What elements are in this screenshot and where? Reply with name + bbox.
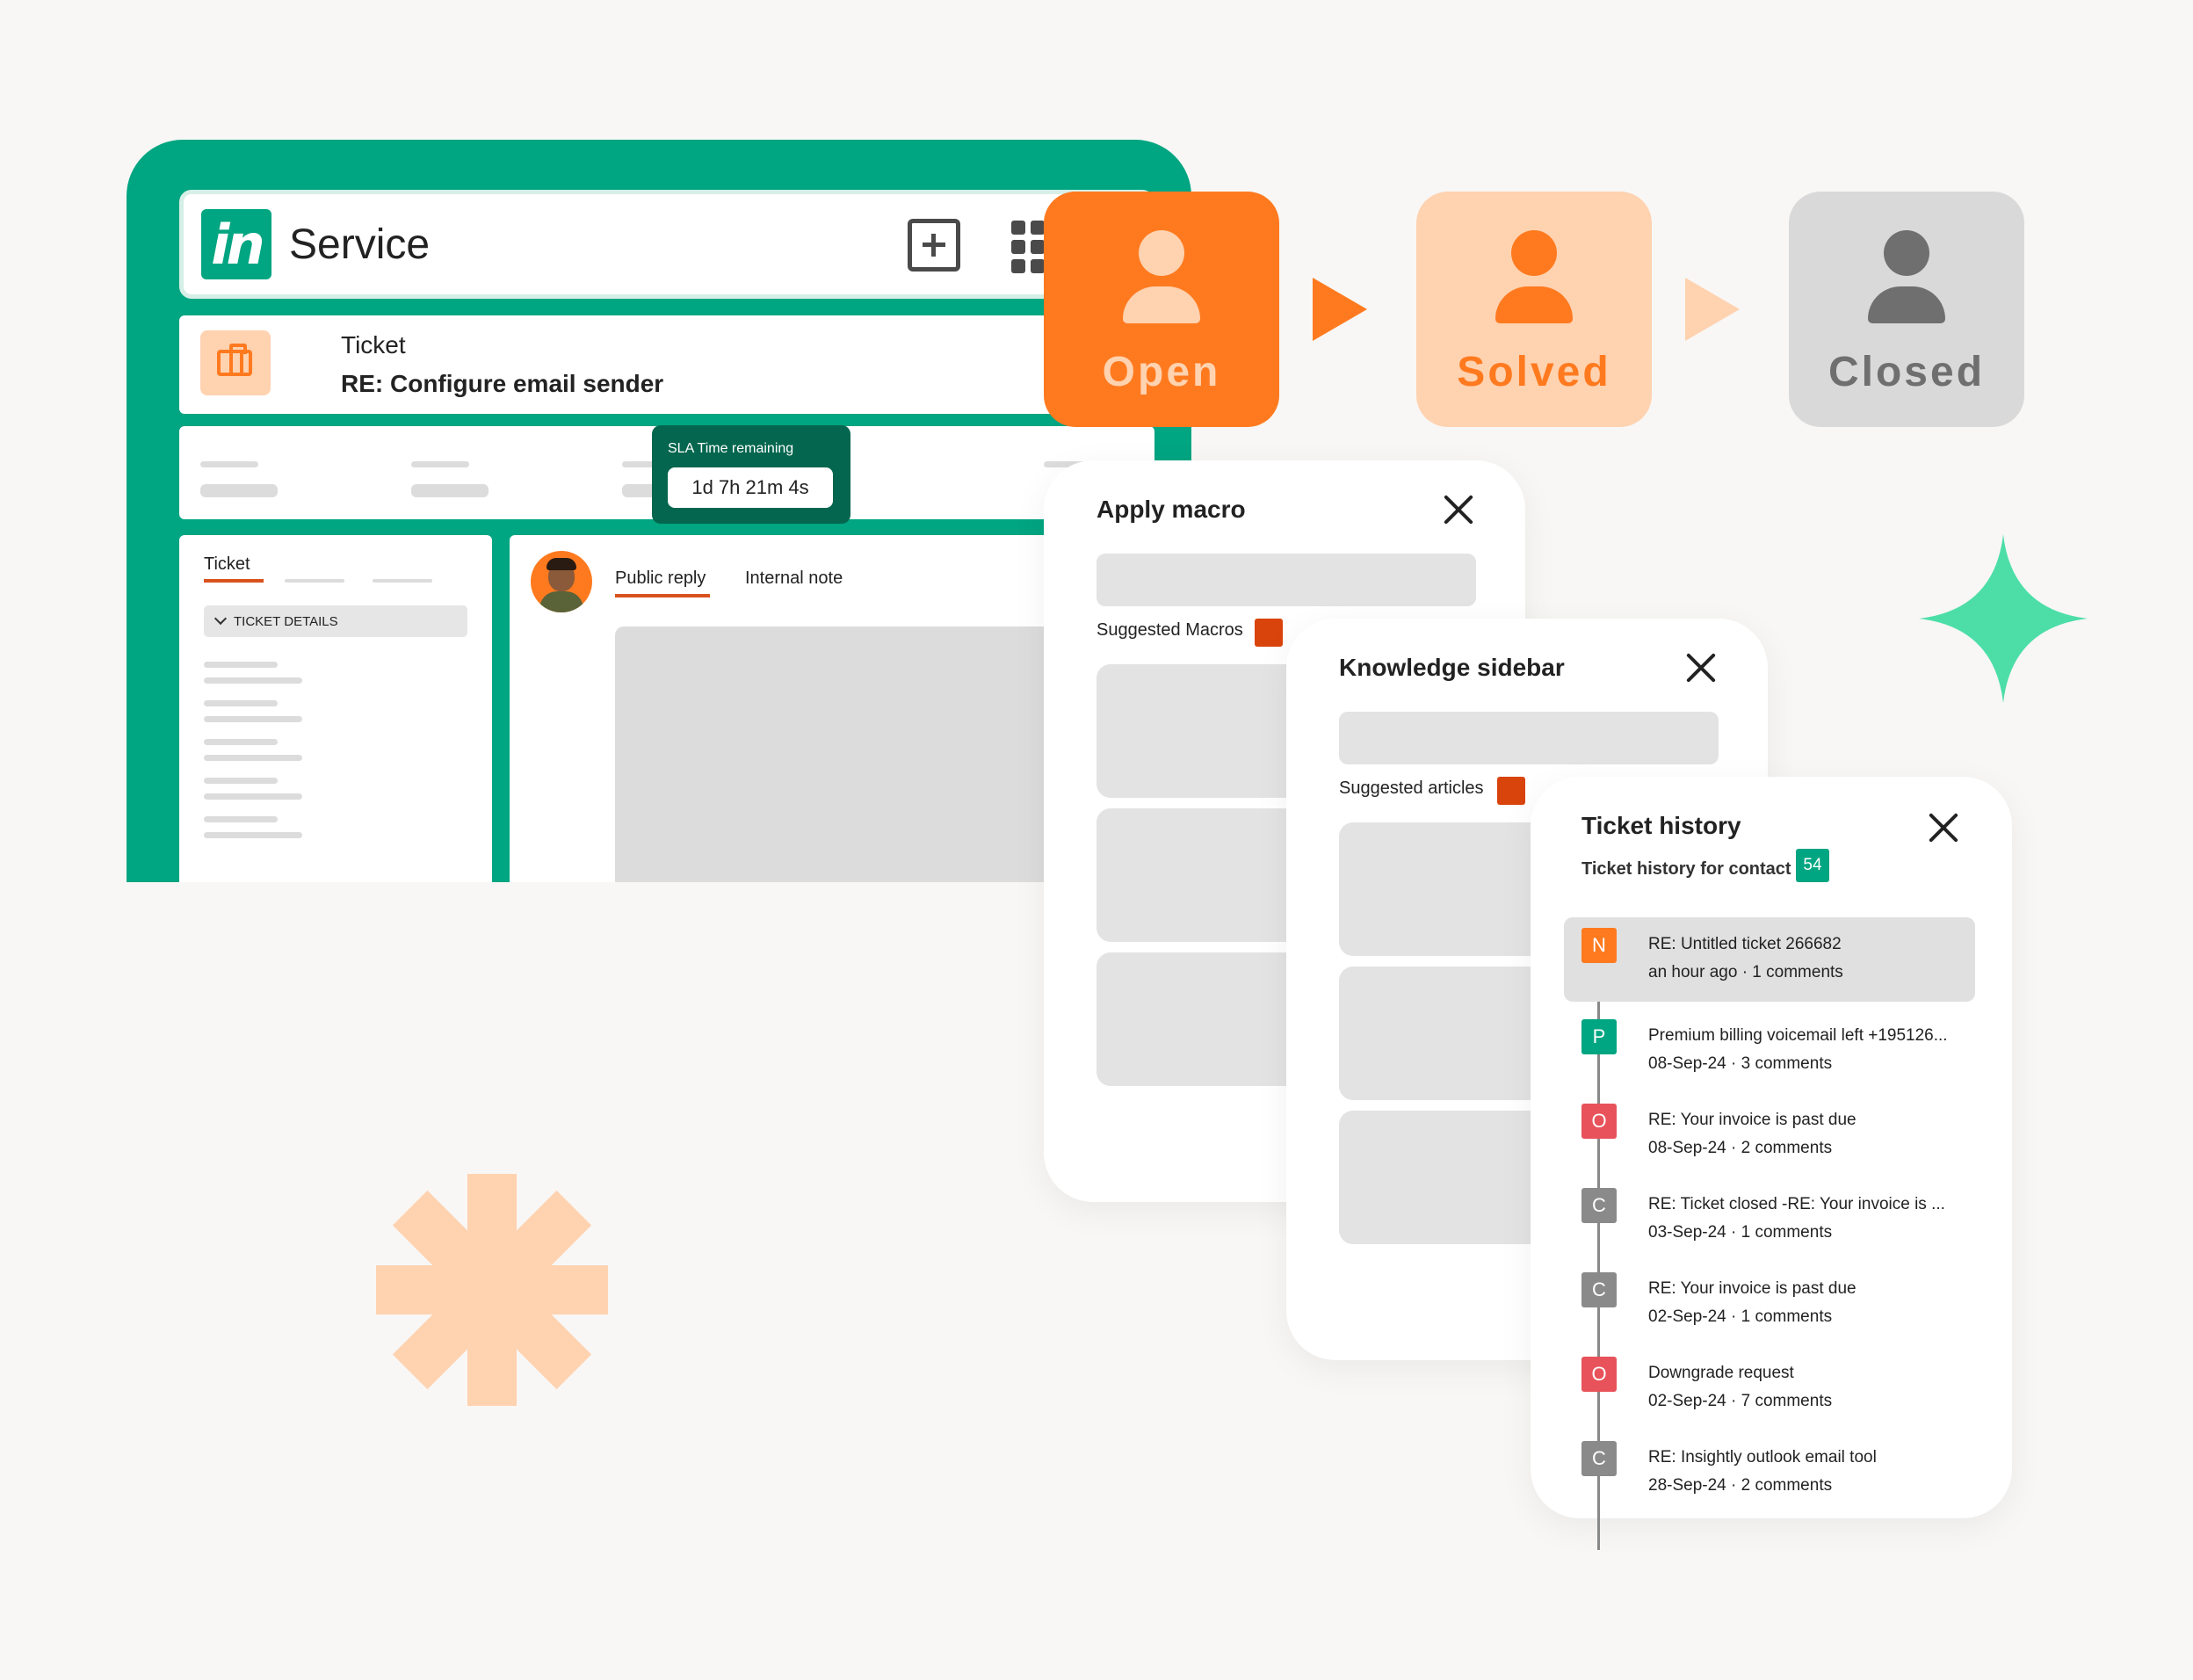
history-item[interactable]: O Downgrade request 02-Sep-24 · 7 commen… (1564, 1346, 1975, 1430)
ticket-details-section[interactable]: TICKET DETAILS (204, 605, 467, 637)
history-item[interactable]: C RE: Insightly outlook email tool 28-Se… (1564, 1430, 1975, 1515)
arrow-right-icon (1685, 278, 1740, 341)
history-item-title: RE: Your invoice is past due (1648, 1111, 1856, 1129)
close-icon[interactable] (1685, 652, 1717, 684)
ticket-header: Ticket RE: Configure email sender (179, 315, 1154, 414)
detail-value-placeholder (204, 677, 302, 684)
history-item-meta: 03-Sep-24 · 1 comments (1648, 1223, 1833, 1242)
status-badge: C (1581, 1272, 1617, 1307)
detail-label-placeholder (204, 778, 278, 784)
detail-label-placeholder (204, 816, 278, 822)
app-name: Service (289, 221, 431, 268)
history-item-title: RE: Ticket closed -RE: Your invoice is .… (1648, 1195, 1945, 1213)
detail-label-placeholder (204, 662, 278, 668)
sla-timer: SLA Time remaining 1d 7h 21m 4s (652, 425, 850, 524)
sla-value: 1d 7h 21m 4s (668, 467, 833, 508)
history-item[interactable]: P Premium billing voicemail left +195126… (1564, 1009, 1975, 1093)
tab-internal-note[interactable]: Internal note (745, 568, 843, 589)
status-closed[interactable]: Closed (1789, 192, 2024, 427)
status-badge: P (1581, 1019, 1617, 1054)
field-value-placeholder (411, 484, 489, 497)
history-item[interactable]: C RE: Your invoice is past due 02-Sep-24… (1564, 1262, 1975, 1346)
panel-title: Apply macro (1096, 496, 1246, 523)
history-item-title: Premium billing voicemail left +195126..… (1648, 1026, 1948, 1045)
tab-placeholder[interactable] (285, 579, 344, 583)
asterisk-icon (376, 1174, 608, 1406)
status-solved[interactable]: Solved (1416, 192, 1652, 427)
suggested-label: Suggested Macros (1096, 620, 1243, 640)
article-search-input[interactable] (1339, 712, 1719, 764)
suggested-badge (1255, 619, 1283, 647)
history-item-meta: 08-Sep-24 · 3 comments (1648, 1054, 1833, 1073)
person-icon (1511, 230, 1557, 276)
detail-value-placeholder (204, 793, 302, 800)
status-open[interactable]: Open (1044, 192, 1279, 427)
tab-ticket[interactable]: Ticket (204, 554, 250, 575)
suggested-badge (1497, 777, 1525, 805)
panel-title: Knowledge sidebar (1339, 654, 1565, 681)
person-icon (1139, 230, 1184, 276)
history-item-title: Downgrade request (1648, 1364, 1794, 1382)
tab-placeholder[interactable] (373, 579, 432, 583)
detail-value-placeholder (204, 832, 302, 838)
field-label-placeholder (200, 461, 258, 467)
history-item-meta: 08-Sep-24 · 2 comments (1648, 1139, 1833, 1157)
section-label: TICKET DETAILS (234, 613, 338, 629)
history-item-meta: 02-Sep-24 · 1 comments (1648, 1307, 1833, 1326)
panel-title: Ticket history (1581, 812, 1741, 839)
status-badge: C (1581, 1441, 1617, 1476)
active-tab-indicator (204, 579, 264, 583)
detail-value-placeholder (204, 755, 302, 761)
app-logo: in (201, 209, 271, 279)
suggested-label: Suggested articles (1339, 778, 1484, 798)
status-badge: O (1581, 1357, 1617, 1392)
status-badge: C (1581, 1188, 1617, 1223)
ticket-history-panel: Ticket history Ticket history for contac… (1531, 777, 2012, 1550)
status-label: Open (1102, 349, 1221, 395)
sparkle-icon (1919, 534, 2088, 703)
person-icon (1884, 230, 1929, 276)
ticket-details-panel: Ticket TICKET DETAILS (179, 535, 492, 882)
tab-public-reply[interactable]: Public reply (615, 568, 706, 589)
status-label: Closed (1828, 349, 1986, 395)
app-topbar: in Service (179, 190, 1154, 299)
arrow-right-icon (1313, 278, 1367, 341)
macro-search-input[interactable] (1096, 554, 1476, 606)
ticket-type-label: Ticket (341, 331, 406, 358)
history-item[interactable]: C RE: Ticket closed -RE: Your invoice is… (1564, 1177, 1975, 1262)
history-item-meta: 28-Sep-24 · 2 comments (1648, 1476, 1833, 1495)
history-item-meta: 02-Sep-24 · 7 comments (1648, 1392, 1833, 1410)
history-count-badge: 54 (1796, 849, 1829, 882)
chevron-down-icon (214, 612, 228, 626)
status-label: Solved (1457, 349, 1611, 395)
ticket-subject: RE: Configure email sender (341, 370, 664, 397)
sla-label: SLA Time remaining (668, 441, 794, 456)
avatar (531, 551, 592, 612)
detail-value-placeholder (204, 716, 302, 722)
history-item-title: RE: Your invoice is past due (1648, 1279, 1856, 1298)
history-item-title: RE: Untitled ticket 266682 (1648, 935, 1842, 953)
field-value-placeholder (200, 484, 278, 497)
close-icon[interactable] (1443, 494, 1474, 525)
history-item-title: RE: Insightly outlook email tool (1648, 1448, 1877, 1466)
history-item[interactable]: N RE: Untitled ticket 266682 an hour ago… (1564, 917, 1975, 1002)
field-label-placeholder (411, 461, 469, 467)
history-subtitle: Ticket history for contact (1581, 859, 1791, 879)
history-item-meta: an hour ago · 1 comments (1648, 963, 1843, 981)
status-badge: N (1581, 928, 1617, 963)
detail-label-placeholder (204, 739, 278, 745)
active-tab-indicator (615, 594, 710, 597)
add-plus-icon[interactable] (908, 219, 960, 272)
detail-label-placeholder (204, 700, 278, 706)
status-badge: O (1581, 1104, 1617, 1139)
history-item[interactable]: O RE: Your invoice is past due 08-Sep-24… (1564, 1093, 1975, 1177)
close-icon[interactable] (1928, 812, 1959, 844)
briefcase-icon (200, 330, 271, 395)
